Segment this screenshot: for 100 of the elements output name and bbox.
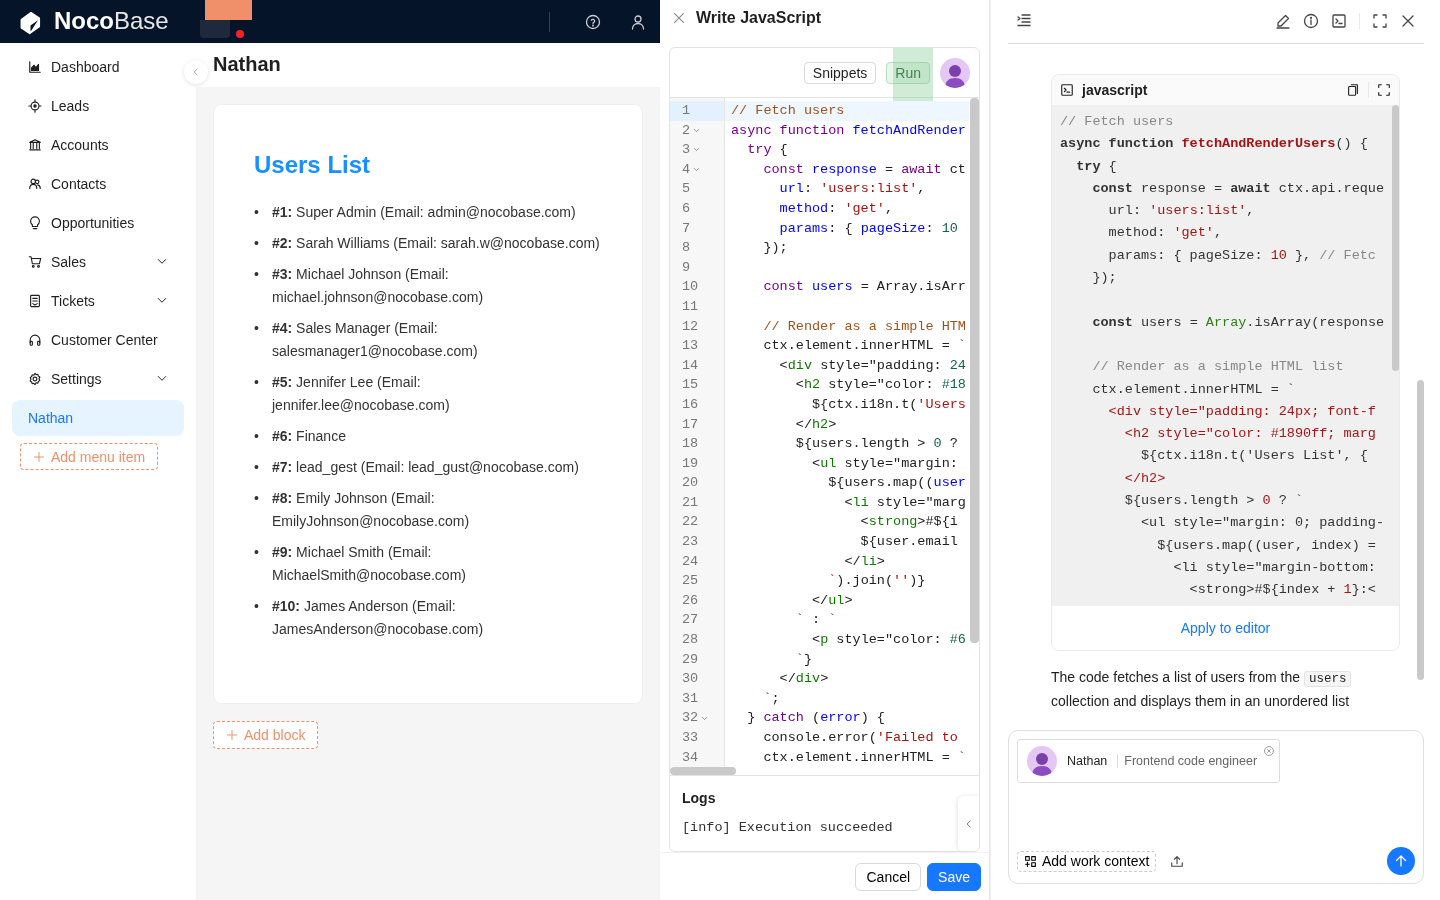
code-line: <h2 style="color: #1890ff; marg: [1123, 425, 1377, 444]
sidebar-item[interactable]: Sales: [12, 244, 184, 280]
grid-plus-icon: [1024, 854, 1037, 868]
code-line: </h2>: [1123, 469, 1167, 488]
code-line: ctx.element.innerHTML = `: [762, 748, 967, 767]
line-number: 25: [682, 572, 699, 591]
terminal-icon: [1331, 13, 1347, 30]
upload-icon: [1170, 854, 1185, 868]
scrollbar[interactable]: [1392, 104, 1399, 371]
chevron-left-icon: [964, 819, 974, 829]
settings-icon: [28, 372, 42, 386]
sidebar-item[interactable]: Dashboard: [12, 49, 184, 85]
scrollbar[interactable]: [970, 98, 979, 643]
agent-chip[interactable]: Nathan Frontend code engineer: [1017, 739, 1281, 784]
cancel-button[interactable]: Cancel: [855, 862, 922, 891]
line-number: 22: [682, 513, 699, 532]
line-number: 21: [682, 493, 699, 512]
add-work-context-button[interactable]: Add work context: [1017, 850, 1157, 872]
code-editor[interactable]: [670, 98, 979, 767]
code-line: });: [762, 239, 789, 258]
snippets-button[interactable]: Snippets: [803, 61, 877, 84]
code-line: `}: [794, 650, 814, 669]
sidebar-item[interactable]: Customer Center: [12, 322, 184, 358]
line-number: 1: [682, 102, 691, 120]
agent-avatar: [940, 57, 970, 88]
code-line: });: [1091, 269, 1118, 288]
sidebar-item[interactable]: Settings: [12, 361, 184, 397]
code-line: // Render as a simple HTM: [762, 317, 967, 336]
code-language: javascript: [1082, 81, 1148, 98]
chat-composer[interactable]: Nathan Frontend code engineer Add work context: [1008, 730, 1424, 884]
code-line: const users = Array.isArr: [762, 278, 967, 297]
save-button[interactable]: Save: [927, 862, 981, 891]
bullet-marker: •: [254, 319, 260, 338]
send-button[interactable]: [1387, 847, 1415, 875]
code-line: params: { pageSize: 10 }, // Fetc: [1107, 246, 1377, 265]
target-icon: [28, 99, 42, 113]
sidebar-item[interactable]: Tickets: [12, 283, 184, 319]
code-line: async function fetchAndRender: [730, 121, 967, 140]
agent-avatar: [1027, 746, 1057, 777]
fullscreen-icon: [1377, 82, 1391, 97]
menu-button[interactable]: [200, 20, 230, 38]
plus-icon: [33, 450, 45, 463]
arrow-up-icon: [1393, 853, 1409, 869]
code-line: ${ctx.i18n.t('Users: [811, 395, 967, 414]
code-line: ${users.length > 0 ? `: [1123, 492, 1305, 510]
agent-role: Frontend code engineer: [1117, 754, 1258, 769]
apply-to-editor-link[interactable]: Apply to editor: [1174, 618, 1277, 637]
receipt-icon: [28, 294, 42, 308]
chart-icon: [28, 60, 42, 74]
fullscreen-icon: [1372, 13, 1388, 30]
sidebar-item[interactable]: Opportunities: [12, 205, 184, 241]
code-line: <ul style="margin: 0; padding-: [1140, 514, 1386, 533]
line-number: 6: [682, 199, 691, 218]
line-number: 10: [682, 278, 699, 297]
plus-icon: [226, 729, 238, 741]
active-menu-tab[interactable]: [205, 0, 252, 20]
app-logo[interactable]: NocoBase: [54, 7, 169, 35]
edit-icon: [1275, 13, 1291, 30]
line-number: 24: [682, 552, 699, 571]
close-button[interactable]: [672, 11, 686, 25]
log-entry: [info] Execution succeeded: [682, 820, 894, 835]
line-number: 4: [682, 160, 691, 179]
code-line: async function fetchAndRenderUsers() {: [1060, 135, 1369, 154]
line-number: 15: [682, 376, 699, 395]
line-number: 8: [682, 239, 691, 258]
code-line: <li style="marg: [843, 493, 967, 512]
code-line: <li style="margin-bottom:: [1172, 558, 1377, 577]
sidebar-item[interactable]: Accounts: [12, 127, 184, 163]
line-number: 19: [682, 454, 699, 473]
bullet-marker: •: [254, 203, 260, 222]
scrollbar[interactable]: [1417, 379, 1424, 680]
line-number: 23: [682, 533, 699, 552]
sidebar-item[interactable]: Nathan: [12, 400, 184, 436]
bank-icon: [28, 138, 42, 152]
code-line: `).join('')}: [827, 572, 927, 591]
line-number: 12: [682, 317, 699, 336]
expand-panel-tab[interactable]: [958, 796, 979, 851]
line-number: 20: [682, 474, 699, 493]
code-line: <ul style="margin:: [811, 454, 959, 473]
remove-icon: [1263, 745, 1276, 758]
code-line: const response = await ct: [762, 160, 967, 179]
card-heading: Users List: [254, 151, 372, 179]
code-line: </li>: [843, 552, 886, 571]
close-icon: [672, 11, 686, 25]
code-line: method: 'get',: [778, 199, 895, 218]
code-line: ${ctx.i18n.t('Users List', {: [1140, 447, 1369, 466]
code-line: method: 'get',: [1107, 224, 1224, 243]
code-line: <strong>#${i: [859, 513, 959, 532]
horizontal-scrollbar[interactable]: [670, 767, 736, 775]
collapse-sidebar-button[interactable]: [184, 60, 208, 84]
sidebar-item[interactable]: Contacts: [12, 166, 184, 202]
sidebar-item[interactable]: Leads: [12, 88, 184, 124]
code-line: ctx.element.innerHTML = `: [762, 337, 967, 356]
line-number: 30: [682, 670, 699, 689]
line-number: 5: [682, 180, 691, 199]
user-list-item: #8: Emily Johnson (Email: EmilyJohnson@nocobase.com): [272, 489, 471, 531]
code-line: params: { pageSize: 10: [778, 219, 959, 238]
line-number: 32: [682, 709, 699, 728]
terminal-icon: [1060, 82, 1074, 97]
line-number: 28: [682, 631, 699, 650]
